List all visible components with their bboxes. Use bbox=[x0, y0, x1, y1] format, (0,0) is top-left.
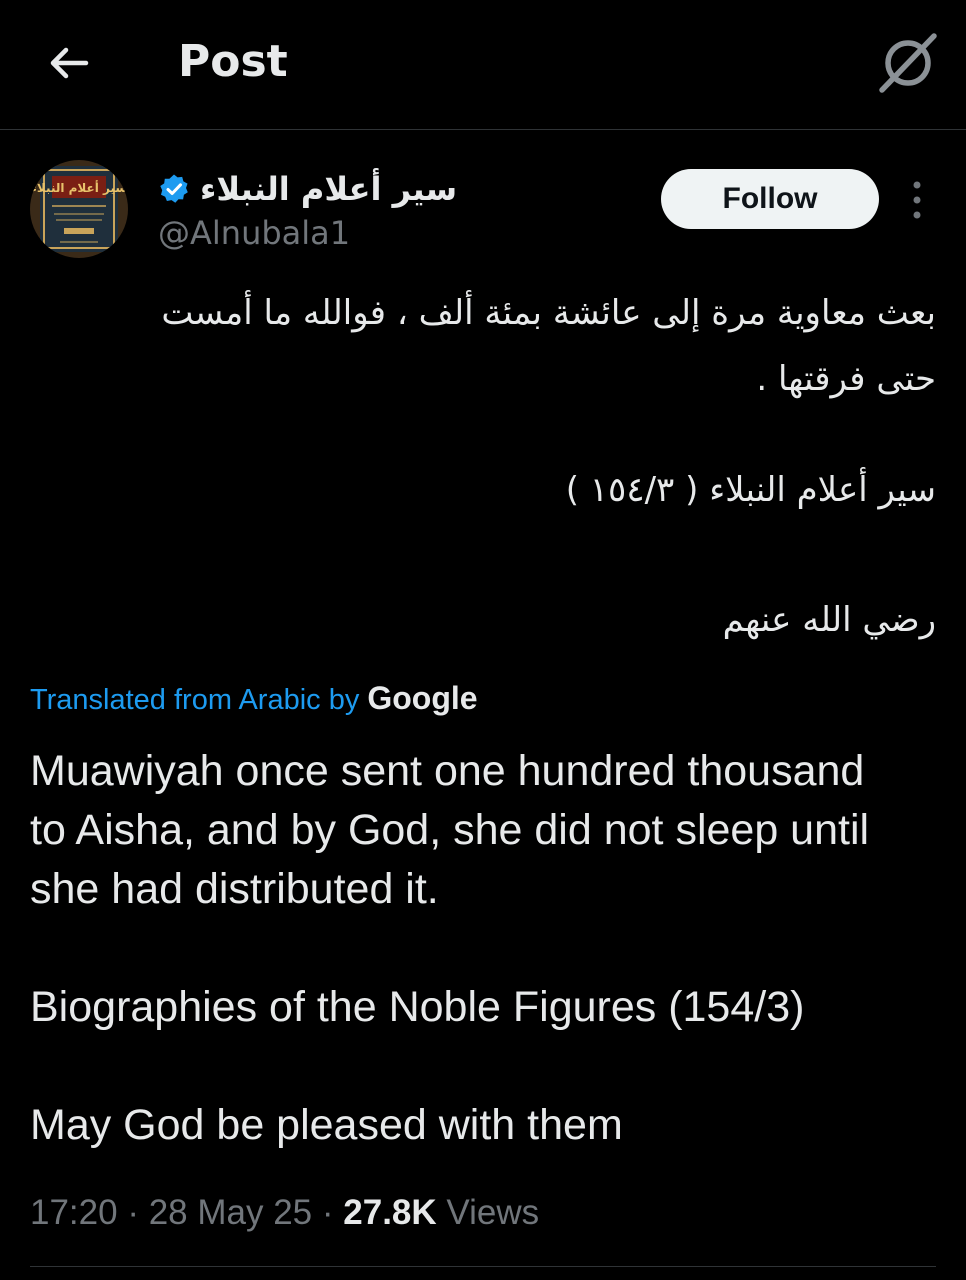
verified-badge-icon bbox=[160, 174, 188, 203]
translation-line-3: she had distributed it. bbox=[30, 865, 439, 913]
translation-line-1: Muawiyah once sent one hundred thousand bbox=[30, 747, 865, 795]
arabic-line-1: بعث معاوية مرة إلى عائشة بمئة ألف ، فوال… bbox=[161, 293, 936, 333]
arabic-closing: رضي الله عنهم bbox=[722, 600, 936, 640]
display-name-text: سير أعلام النبلاء bbox=[200, 170, 458, 208]
post-text-arabic: بعث معاوية مرة إلى عائشة بمئة ألف ، فوال… bbox=[30, 280, 936, 412]
avatar-title: سير أعلام النبلاء bbox=[31, 180, 127, 196]
arabic-line-2: حتى فرقتها . bbox=[756, 359, 936, 399]
divider bbox=[30, 1266, 936, 1267]
user-handle[interactable]: @Alnubala1 bbox=[158, 214, 350, 252]
translation-line-2: to Aisha, and by God, she did not sleep … bbox=[30, 806, 870, 854]
more-vertical-icon[interactable] bbox=[904, 178, 930, 222]
meta-separator: · bbox=[127, 1193, 139, 1232]
meta-separator: · bbox=[321, 1193, 334, 1232]
views-count[interactable]: 27.8K bbox=[343, 1193, 436, 1232]
avatar[interactable]: سير أعلام النبلاء bbox=[30, 160, 128, 258]
page-title: Post bbox=[178, 36, 288, 87]
translation-reference: Biographies of the Noble Figures (154/3) bbox=[30, 983, 805, 1031]
google-logo: Google bbox=[367, 680, 478, 716]
grok-icon[interactable] bbox=[876, 30, 940, 94]
translated-label[interactable]: Translated from Arabic by bbox=[30, 684, 359, 717]
top-bar: Post bbox=[0, 0, 966, 130]
follow-button[interactable]: Follow bbox=[661, 169, 879, 229]
translation-attribution[interactable]: Translated from Arabic by Google bbox=[30, 680, 478, 720]
translation-closing: May God be pleased with them bbox=[30, 1101, 623, 1149]
arabic-reference: سير أعلام النبلاء ( ١٥٤/٣ ) bbox=[565, 470, 936, 510]
display-name[interactable]: سير أعلام النبلاء bbox=[158, 164, 457, 214]
arrow-left-icon[interactable] bbox=[44, 38, 94, 88]
post-metadata: 17:20 · 28 May 25 · 27.8K Views bbox=[30, 1193, 539, 1233]
views-label[interactable]: Views bbox=[446, 1193, 539, 1232]
book-cover-image: سير أعلام النبلاء bbox=[30, 160, 128, 258]
post-time: 17:20 bbox=[30, 1193, 118, 1232]
post-date: 28 May 25 bbox=[148, 1193, 313, 1232]
